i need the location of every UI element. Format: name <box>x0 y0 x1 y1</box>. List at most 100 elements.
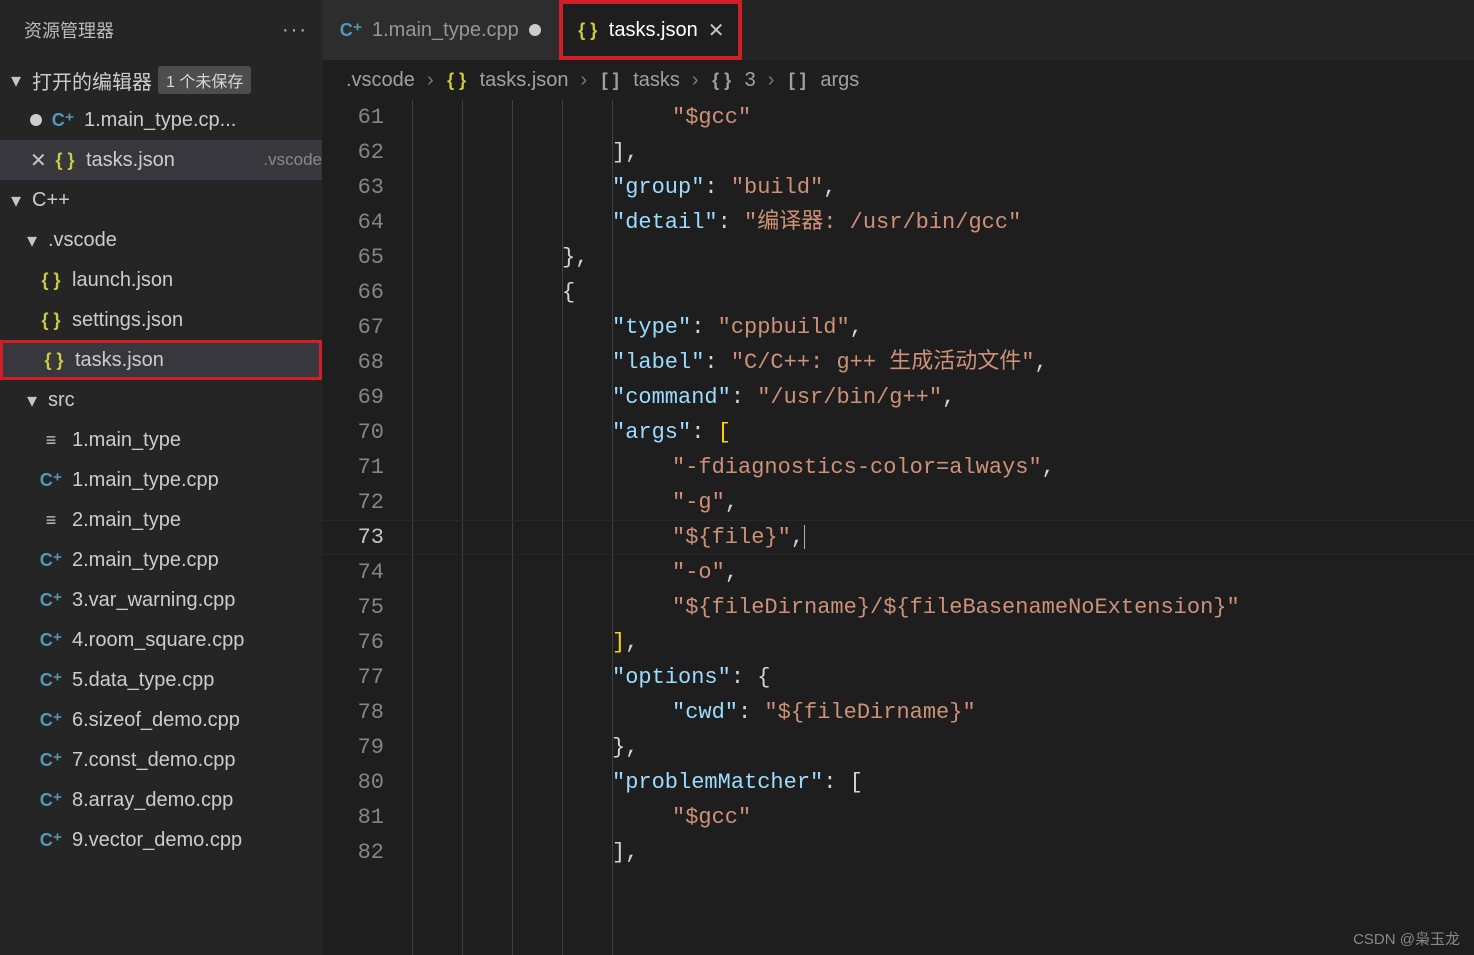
code-line[interactable]: "detail": "编译器: /usr/bin/gcc" <box>612 205 1434 240</box>
json-file-icon: { } <box>43 349 65 371</box>
object-icon: { } <box>711 69 733 91</box>
line-number: 77 <box>322 660 384 695</box>
chevron-down-icon: ▾ <box>22 228 42 253</box>
code-line[interactable]: "problemMatcher": [ <box>612 765 1434 800</box>
chevron-down-icon: ▾ <box>22 388 42 413</box>
line-number: 76 <box>322 625 384 660</box>
code-line[interactable]: "type": "cppbuild", <box>612 310 1434 345</box>
code-line[interactable]: "options": { <box>612 660 1434 695</box>
file-name: 1.main_type.cpp <box>72 469 322 492</box>
line-number: 78 <box>322 695 384 730</box>
file-item[interactable]: C⁺ 6.sizeof_demo.cpp <box>0 700 322 740</box>
chevron-down-icon: ▾ <box>6 68 26 93</box>
code-line[interactable]: "-fdiagnostics-color=always", <box>662 450 1474 485</box>
folder-header[interactable]: ▾ .vscode <box>0 220 322 260</box>
root-folder-header[interactable]: ▾ C++ <box>0 180 322 220</box>
breadcrumb-item[interactable]: 3 <box>745 69 756 92</box>
file-name: 1.main_type <box>72 429 322 452</box>
file-item[interactable]: C⁺3.var_warning.cpp <box>0 580 322 620</box>
code-line[interactable]: ], <box>612 835 1434 870</box>
cpp-file-icon: C⁺ <box>40 829 62 851</box>
line-number: 72 <box>322 485 384 520</box>
breadcrumb[interactable]: .vscode›{ }tasks.json›[ ]tasks›{ }3›[ ]a… <box>322 60 1474 100</box>
breadcrumb-separator: › <box>692 69 699 92</box>
code-line[interactable]: ], <box>612 135 1434 170</box>
code-line[interactable]: "-g", <box>662 485 1474 520</box>
tab-title: 1.main_type.cpp <box>372 19 519 42</box>
open-editor-item[interactable]: C⁺1.main_type.cp... <box>0 100 322 140</box>
array-icon: [ ] <box>599 69 621 91</box>
code-line[interactable]: }, <box>612 730 1434 765</box>
code-line[interactable]: "args": [ <box>612 415 1434 450</box>
file-item[interactable]: C⁺1.main_type.cpp <box>0 460 322 500</box>
folder-header[interactable]: ▾ src <box>0 380 322 420</box>
code-line[interactable]: "${fileDirname}/${fileBasenameNoExtensio… <box>662 590 1474 625</box>
code-line[interactable]: "cwd": "${fileDirname}" <box>662 695 1474 730</box>
file-item[interactable]: C⁺ 5.data_type.cpp <box>0 660 322 700</box>
code-line[interactable]: ], <box>612 625 1434 660</box>
code-line[interactable]: "command": "/usr/bin/g++", <box>612 380 1434 415</box>
unsaved-badge: 1 个未保存 <box>158 66 251 94</box>
line-number: 62 <box>322 135 384 170</box>
file-name: 5.data_type.cpp <box>72 669 322 692</box>
editor-tab[interactable]: { }tasks.json✕ <box>559 0 743 60</box>
code-line[interactable]: "$gcc" <box>662 100 1474 135</box>
line-number: 67 <box>322 310 384 345</box>
file-name: 9.vector_demo.cpp <box>72 829 322 852</box>
json-file-icon: { } <box>40 309 62 331</box>
code-line[interactable]: { <box>562 275 1384 310</box>
json-file-icon: { } <box>40 269 62 291</box>
file-item[interactable]: C⁺ 9.vector_demo.cpp <box>0 820 322 860</box>
line-number: 65 <box>322 240 384 275</box>
file-name: 6.sizeof_demo.cpp <box>72 709 322 732</box>
file-item[interactable]: ≡ 1.main_type <box>0 420 322 460</box>
open-editors-label: 打开的编辑器 <box>32 66 152 95</box>
text-cursor <box>804 525 805 549</box>
code-line[interactable]: "${file}", <box>662 520 1474 555</box>
file-name: tasks.json <box>86 149 249 172</box>
file-item[interactable]: C⁺7.const_demo.cpp <box>0 740 322 780</box>
explorer-header: 资源管理器 ··· <box>0 0 322 60</box>
code-line[interactable]: "label": "C/C++: g++ 生成活动文件", <box>612 345 1434 380</box>
tab-title: tasks.json <box>609 19 698 42</box>
line-number: 71 <box>322 450 384 485</box>
file-name: settings.json <box>72 309 322 332</box>
line-number: 64 <box>322 205 384 240</box>
close-icon[interactable]: ✕ <box>30 148 44 173</box>
more-icon[interactable]: ··· <box>282 19 308 42</box>
breadcrumb-item[interactable]: args <box>820 69 859 92</box>
close-icon[interactable]: ✕ <box>708 18 725 43</box>
breadcrumb-item[interactable]: tasks.json <box>480 69 569 92</box>
cpp-file-icon: C⁺ <box>40 669 62 691</box>
folder-name: .vscode <box>48 229 117 252</box>
line-number: 63 <box>322 170 384 205</box>
code-line[interactable]: }, <box>562 240 1384 275</box>
file-item[interactable]: ≡2.main_type <box>0 500 322 540</box>
file-name: tasks.json <box>75 349 319 372</box>
explorer-title: 资源管理器 <box>24 17 114 43</box>
breadcrumb-item[interactable]: .vscode <box>346 69 415 92</box>
file-item[interactable]: C⁺4.room_square.cpp <box>0 620 322 660</box>
open-editor-item[interactable]: ✕{ }tasks.json.vscode <box>0 140 322 180</box>
cpp-file-icon: C⁺ <box>40 709 62 731</box>
text-file-icon: ≡ <box>40 429 62 451</box>
editor-tab[interactable]: C⁺1.main_type.cpp <box>322 0 559 60</box>
breadcrumb-item[interactable]: tasks <box>633 69 680 92</box>
file-name: 8.array_demo.cpp <box>72 789 322 812</box>
cpp-file-icon: C⁺ <box>40 749 62 771</box>
tab-bar: C⁺1.main_type.cpp{ }tasks.json✕ <box>322 0 1474 60</box>
file-item[interactable]: { } tasks.json <box>0 340 322 380</box>
cpp-file-icon: C⁺ <box>40 549 62 571</box>
file-item[interactable]: { }launch.json <box>0 260 322 300</box>
code-line[interactable]: "$gcc" <box>662 800 1474 835</box>
folder-name: src <box>48 389 75 412</box>
code-editor[interactable]: 6162636465666768697071727374757677787980… <box>322 100 1474 955</box>
file-item[interactable]: C⁺8.array_demo.cpp <box>0 780 322 820</box>
code-line[interactable]: "-o", <box>662 555 1474 590</box>
code-line[interactable]: "group": "build", <box>612 170 1434 205</box>
line-number: 68 <box>322 345 384 380</box>
open-editors-header[interactable]: ▾ 打开的编辑器 1 个未保存 <box>0 60 322 100</box>
file-item[interactable]: { } settings.json <box>0 300 322 340</box>
file-item[interactable]: C⁺2.main_type.cpp <box>0 540 322 580</box>
code-body[interactable]: "$gcc"],"group": "build","detail": "编译器:… <box>652 100 1474 955</box>
